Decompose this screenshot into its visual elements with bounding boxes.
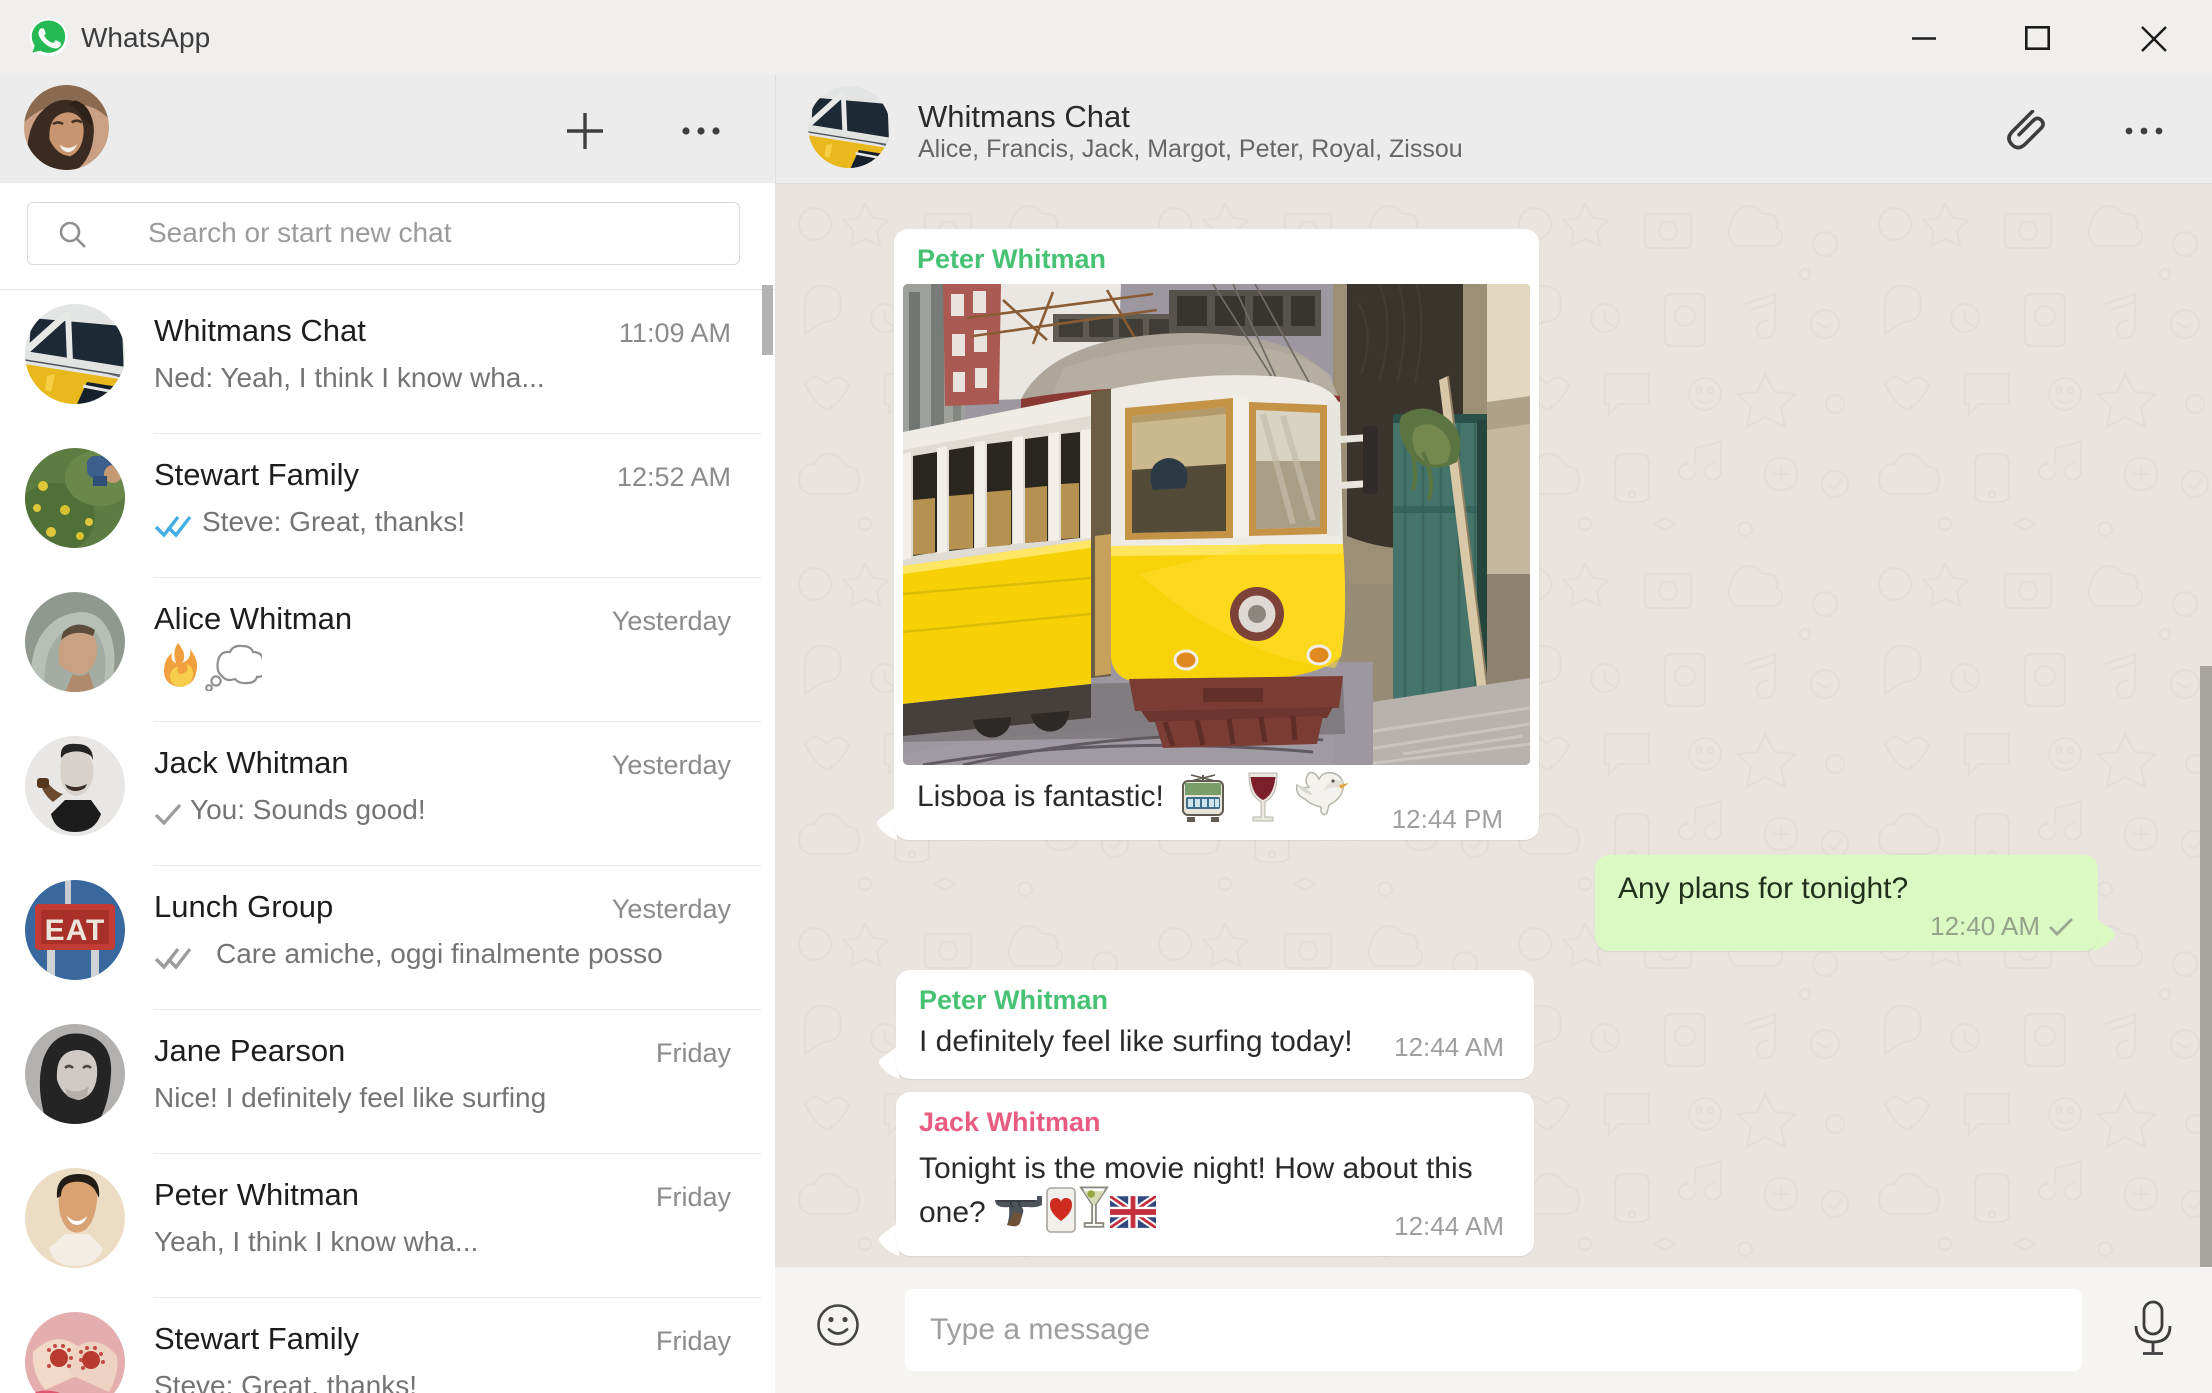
svg-text:EAT: EAT [45,914,106,947]
